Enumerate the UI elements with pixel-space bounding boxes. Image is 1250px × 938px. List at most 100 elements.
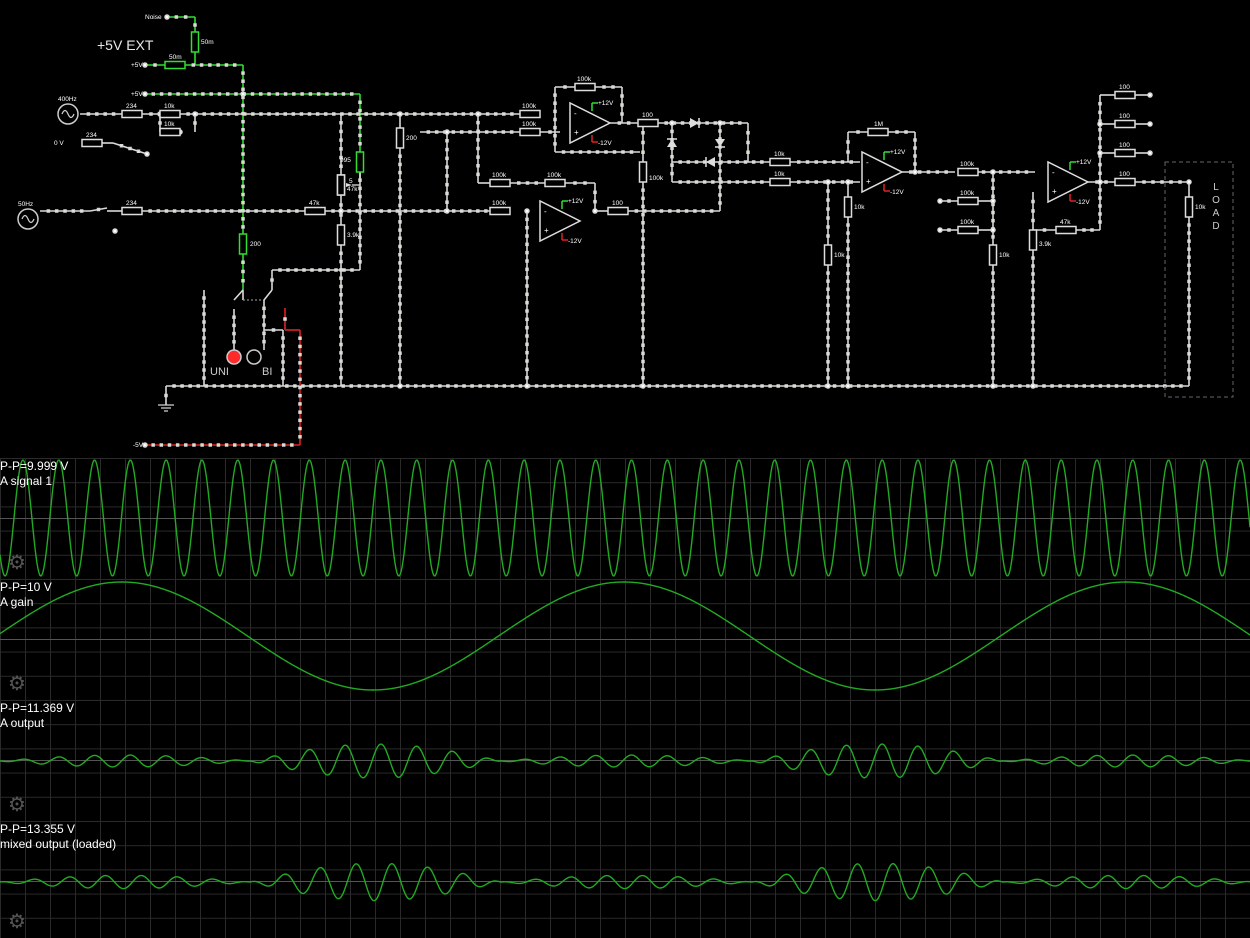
- scope-output[interactable]: P-P=11.369 V A output ⚙: [0, 700, 1250, 821]
- current-dot: [826, 271, 830, 275]
- current-dot: [856, 130, 860, 134]
- current-dot: [1179, 384, 1183, 388]
- current-dot: [621, 150, 625, 154]
- current-dot: [262, 339, 266, 344]
- scope-gain[interactable]: P-P=10 V A gain ⚙: [0, 579, 1250, 700]
- current-dot: [358, 260, 362, 264]
- scope-name: A output: [0, 716, 45, 730]
- current-dot: [478, 384, 482, 388]
- current-dot: [840, 160, 845, 164]
- scope-mixed-output[interactable]: P-P=13.355 V mixed output (loaded) ⚙: [0, 821, 1250, 938]
- resistor-label: 100k: [522, 103, 537, 110]
- current-dot: [509, 130, 514, 134]
- current-dot: [286, 268, 290, 272]
- current-dot: [379, 209, 384, 213]
- resistor-label: 47k: [309, 200, 320, 207]
- current-dot: [991, 319, 995, 324]
- current-dot: [1031, 288, 1035, 292]
- current-dot: [389, 384, 394, 388]
- current-dot: [641, 253, 645, 258]
- resistor-r995: [355, 151, 365, 173]
- load-label: LOAD: [1212, 182, 1220, 232]
- current-dot: [846, 344, 850, 348]
- current-dot: [895, 130, 899, 134]
- ac-source-icon: [17, 208, 39, 230]
- resistor-label: 47k: [347, 186, 358, 193]
- current-dot: [718, 201, 722, 205]
- current-dot: [229, 209, 234, 213]
- current-dot: [1106, 384, 1111, 388]
- current-dot: [563, 85, 567, 89]
- rail-label: +12V: [568, 198, 584, 205]
- current-dot: [172, 209, 177, 213]
- resistor-r100k_v: [638, 161, 648, 183]
- current-dot: [593, 199, 597, 204]
- current-dot: [913, 154, 917, 158]
- current-dot: [718, 153, 722, 157]
- scope-signal-1[interactable]: P-P=9.999 V A signal 1 ⚙: [0, 458, 1250, 579]
- current-dot: [186, 112, 190, 116]
- resistor-label: 10k: [774, 171, 785, 178]
- current-dot: [189, 209, 193, 213]
- ground-icon: [158, 404, 174, 412]
- current-dot: [846, 223, 850, 227]
- gear-icon[interactable]: ⚙: [8, 550, 26, 575]
- current-dot: [846, 255, 850, 259]
- current-dot: [525, 250, 529, 255]
- current-dot: [542, 384, 547, 388]
- resistor-label: 100: [1119, 84, 1130, 91]
- current-dot: [365, 384, 370, 388]
- load-box[interactable]: [1164, 161, 1234, 398]
- current-dot: [398, 244, 402, 249]
- current-dot: [814, 180, 818, 184]
- resistor-label: 100: [642, 112, 653, 119]
- current-dot: [1187, 344, 1191, 348]
- circuit-canvas[interactable]: -+-+-+-+ 50m50m234 10k10k234234 47k995547k…: [0, 0, 1250, 458]
- current-dot: [826, 287, 830, 291]
- gear-icon[interactable]: ⚙: [8, 792, 26, 817]
- current-dot: [620, 94, 624, 98]
- junction-node: [1186, 179, 1192, 185]
- current-dot: [651, 209, 655, 213]
- resistor-label: 5: [349, 178, 353, 185]
- current-dot: [355, 209, 359, 213]
- current-dot: [398, 170, 402, 175]
- current-dot: [339, 213, 343, 217]
- current-dot: [262, 323, 266, 327]
- current-dot: [176, 92, 180, 96]
- current-dot: [339, 147, 343, 151]
- current-dot: [642, 209, 647, 213]
- current-dot: [445, 165, 449, 169]
- current-dot: [323, 112, 328, 116]
- current-dot: [897, 384, 901, 388]
- gear-icon[interactable]: ⚙: [8, 909, 26, 934]
- current-dot: [641, 150, 645, 154]
- current-dot: [339, 342, 343, 347]
- current-dot: [694, 160, 699, 164]
- current-dot: [711, 180, 715, 184]
- current-dot: [1171, 384, 1175, 388]
- current-dot: [991, 178, 995, 182]
- current-dot: [148, 209, 152, 213]
- terminal: [142, 442, 148, 448]
- current-dot: [1031, 218, 1035, 223]
- resistor-r100_e: [1114, 148, 1136, 158]
- current-dot: [316, 92, 321, 96]
- current-dot: [944, 170, 948, 174]
- current-dot: [1031, 352, 1035, 356]
- current-dot: [846, 319, 850, 324]
- current-dot: [805, 160, 810, 164]
- current-dot: [615, 384, 619, 388]
- gear-icon[interactable]: ⚙: [8, 671, 26, 696]
- current-dot: [826, 303, 830, 308]
- current-dot: [784, 384, 788, 388]
- current-dot: [1098, 204, 1102, 208]
- current-dot: [1031, 336, 1035, 340]
- current-dot: [1187, 263, 1191, 268]
- current-dot: [1016, 170, 1020, 174]
- current-dot: [469, 112, 474, 116]
- current-dot: [199, 63, 204, 67]
- current-dot: [298, 435, 302, 439]
- current-dot: [333, 384, 337, 388]
- current-dot: [711, 384, 716, 388]
